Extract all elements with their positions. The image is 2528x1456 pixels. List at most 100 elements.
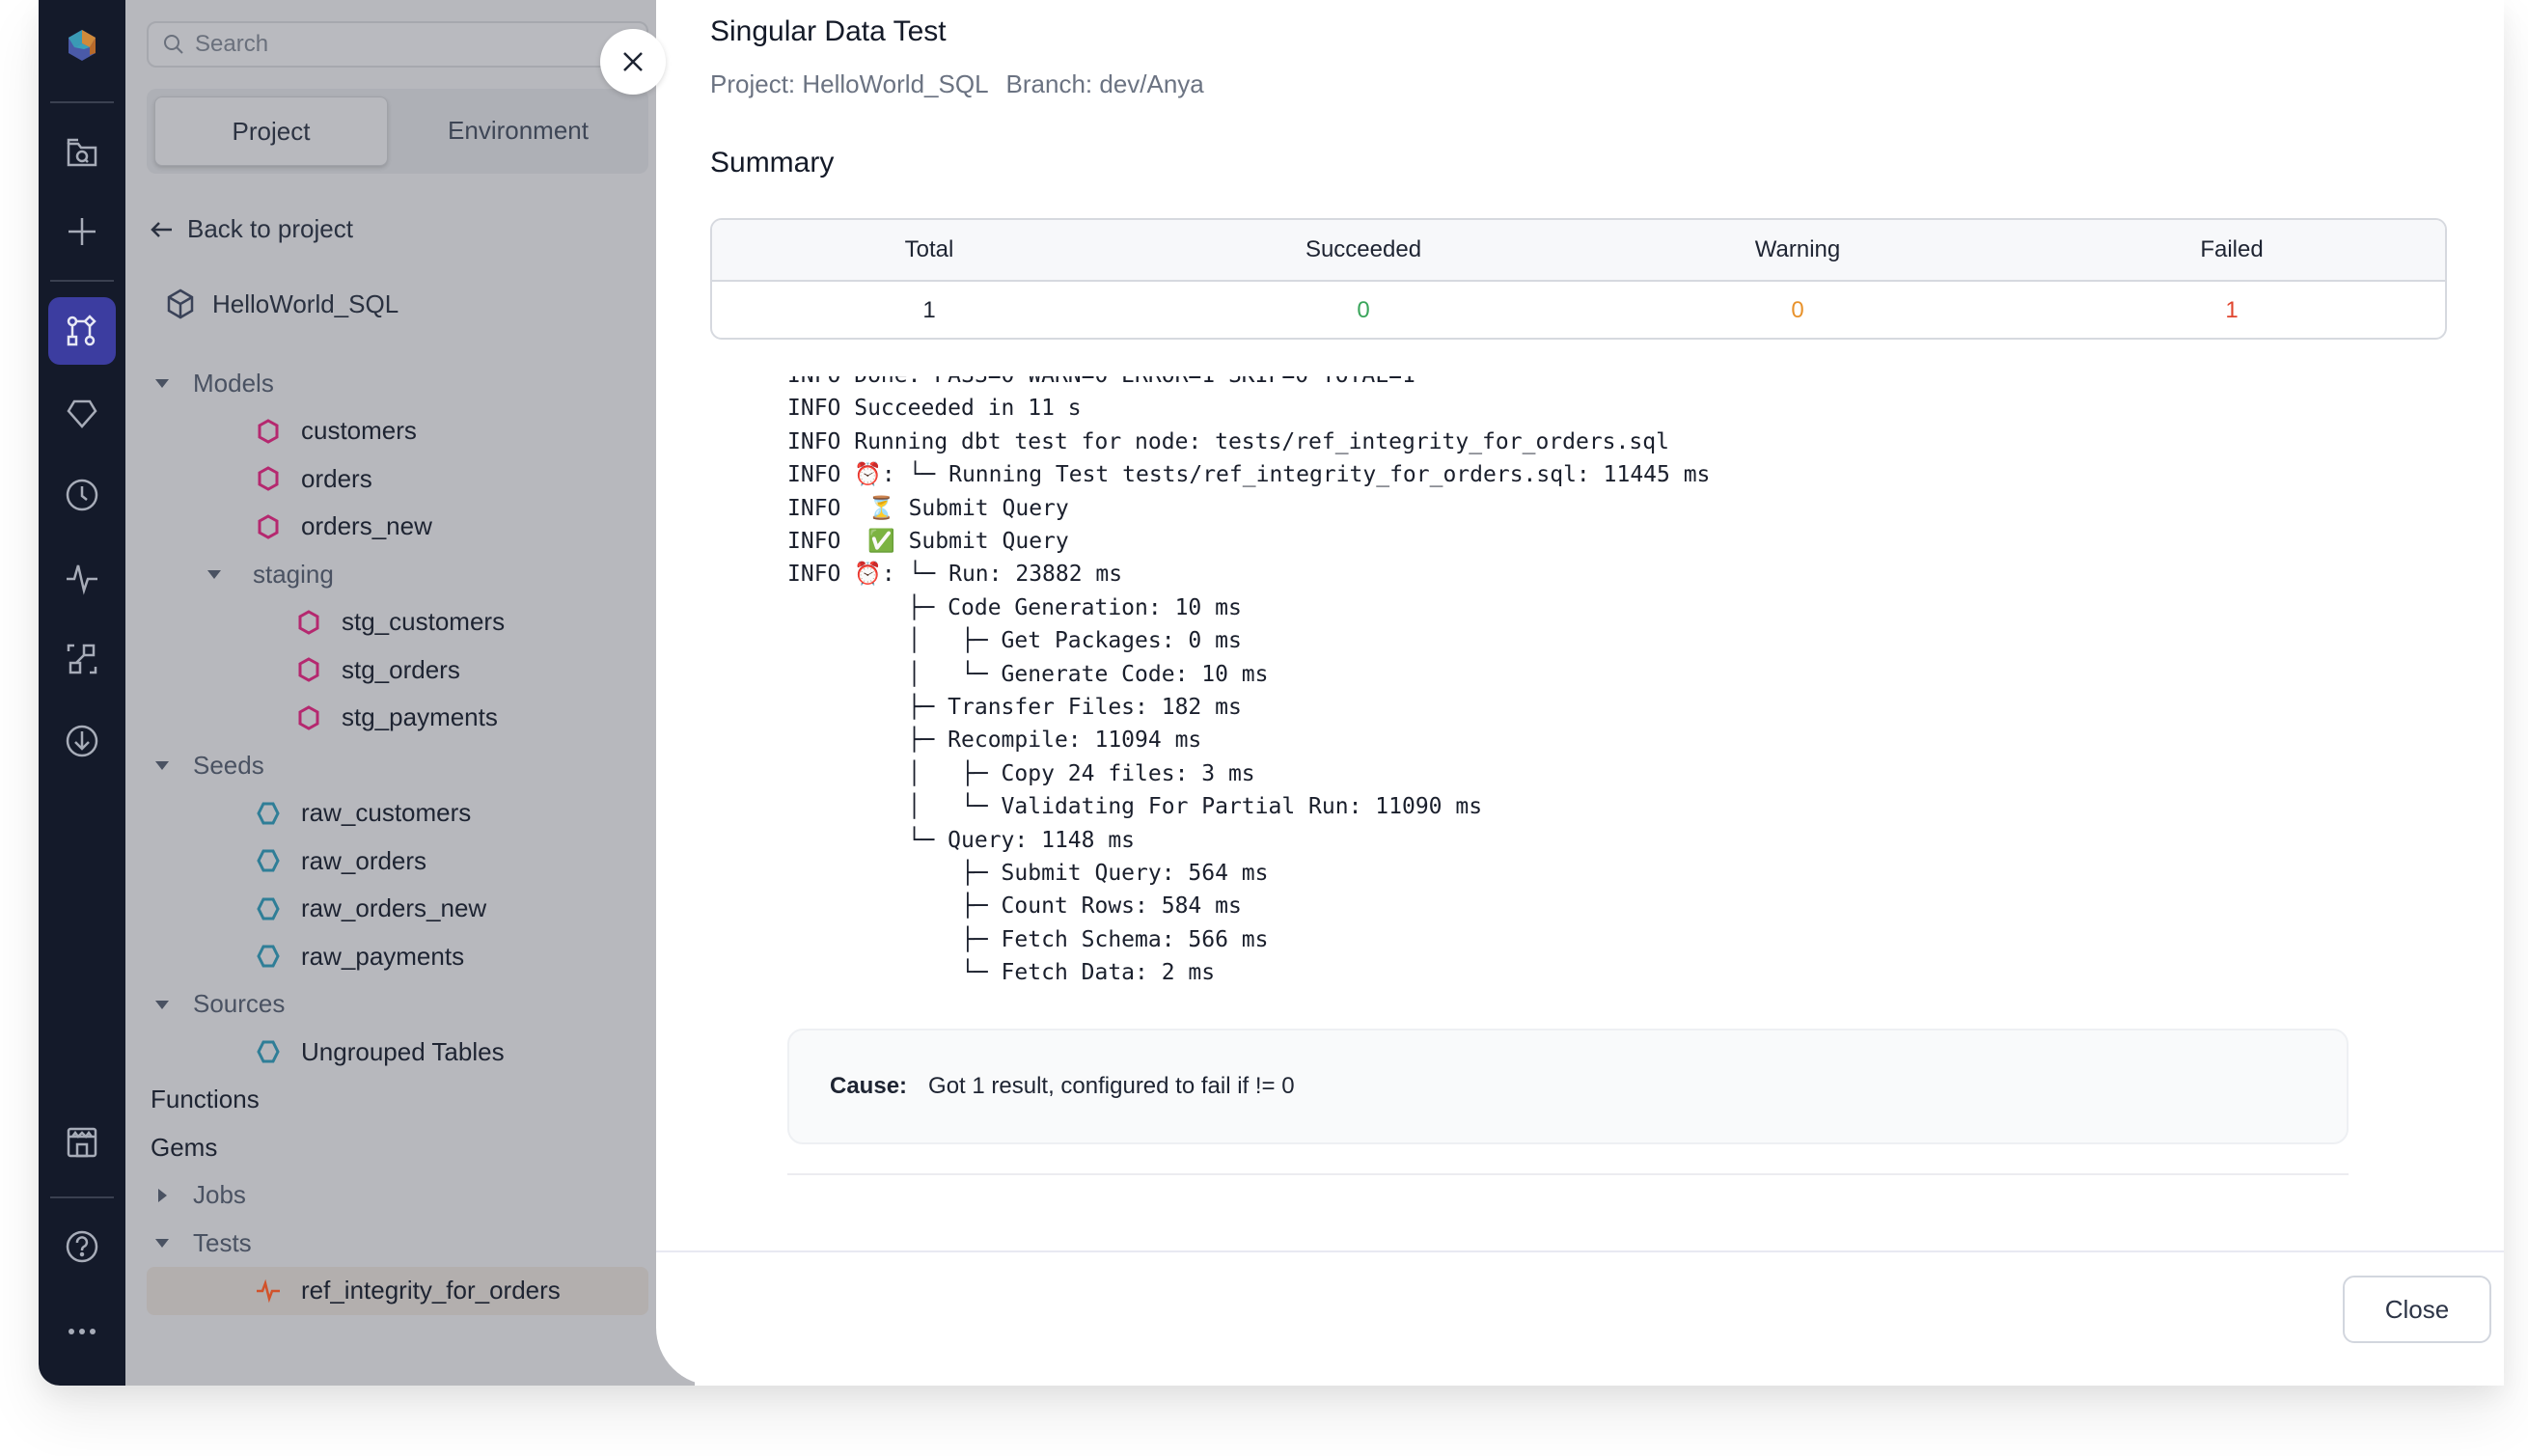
log-line: INFO ✅ Submit Query bbox=[787, 529, 1069, 554]
marketplace-icon[interactable] bbox=[39, 1109, 125, 1176]
search-placeholder: Search bbox=[195, 31, 269, 57]
tree-item[interactable]: raw_payments bbox=[125, 932, 675, 980]
tree-group[interactable]: staging bbox=[125, 550, 675, 598]
tab-project[interactable]: Project bbox=[154, 96, 388, 166]
more-icon[interactable] bbox=[39, 1298, 125, 1365]
search-icon bbox=[164, 35, 183, 54]
summary-value-warning: 0 bbox=[1791, 297, 1804, 323]
summary-value-failed: 1 bbox=[2225, 297, 2239, 323]
tree-item[interactable]: raw_orders bbox=[125, 837, 675, 885]
tree-item-label: ref_integrity_for_orders bbox=[301, 1276, 561, 1305]
tree-item[interactable]: Functions bbox=[125, 1076, 675, 1124]
tree-item-label: Ungrouped Tables bbox=[301, 1036, 505, 1066]
rail-divider bbox=[50, 101, 114, 103]
tree-item[interactable]: Gems bbox=[125, 1123, 675, 1171]
project-item[interactable]: HelloWorld_SQL bbox=[164, 288, 398, 320]
tree-group[interactable]: Jobs bbox=[125, 1171, 675, 1220]
tree-item[interactable]: stg_orders bbox=[125, 646, 675, 694]
tree-item-label: Models bbox=[193, 368, 274, 398]
tree-item-label: Gems bbox=[151, 1132, 218, 1162]
tree-item[interactable]: stg_customers bbox=[125, 598, 675, 646]
summary-header-row: Total Succeeded Warning Failed bbox=[712, 220, 2445, 282]
rail-divider bbox=[50, 1196, 114, 1198]
model-icon bbox=[255, 465, 282, 492]
download-icon[interactable] bbox=[39, 707, 125, 775]
project-name: HelloWorld_SQL bbox=[212, 288, 399, 318]
caret-down-icon[interactable] bbox=[205, 564, 224, 584]
tree-group[interactable]: Seeds bbox=[125, 741, 675, 789]
caret-down-icon[interactable] bbox=[152, 995, 172, 1014]
tree-item-label: raw_customers bbox=[301, 798, 472, 827]
close-icon bbox=[623, 52, 643, 71]
tree-item-label: stg_payments bbox=[342, 702, 498, 731]
plus-icon[interactable] bbox=[39, 198, 125, 265]
tree-item[interactable]: Ungrouped Tables bbox=[125, 1028, 675, 1076]
gem-icon[interactable] bbox=[39, 379, 125, 447]
tree-item-label: stg_customers bbox=[342, 607, 506, 636]
nav-rail bbox=[39, 0, 125, 1386]
log-output[interactable]: INFO Done. PASS=0 WARN=0 ERROR=1 SKIP=0 … bbox=[787, 376, 2428, 1013]
lineage-icon[interactable] bbox=[39, 625, 125, 693]
log-line: └─ Fetch Data: 2 ms bbox=[787, 960, 1216, 986]
summary-header-total: Total bbox=[904, 236, 954, 262]
seed-icon bbox=[255, 847, 282, 874]
tree-group[interactable]: Sources bbox=[125, 980, 675, 1029]
tree-item-label: orders bbox=[301, 463, 372, 493]
summary-header-succeeded: Succeeded bbox=[1305, 236, 1422, 262]
tree-item[interactable]: orders bbox=[125, 454, 675, 503]
tree-item-label: orders_new bbox=[301, 511, 432, 540]
search-input[interactable]: Search bbox=[147, 21, 648, 68]
log-line: │ ├─ Copy 24 files: 3 ms bbox=[787, 760, 1255, 786]
tree-item-label: Tests bbox=[193, 1227, 252, 1257]
caret-right-icon[interactable] bbox=[152, 1186, 172, 1205]
tree-item[interactable]: raw_customers bbox=[125, 789, 675, 838]
log-line: │ ├─ Get Packages: 0 ms bbox=[787, 628, 1242, 654]
log-line: ├─ Count Rows: 584 ms bbox=[787, 893, 1242, 920]
project-label: Project: HelloWorld_SQL bbox=[710, 69, 989, 98]
caret-down-icon[interactable] bbox=[152, 1233, 172, 1252]
log-line: └─ Query: 1148 ms bbox=[787, 827, 1136, 853]
pipeline-graph-icon[interactable] bbox=[39, 297, 125, 365]
tree-group[interactable]: Models bbox=[125, 359, 675, 407]
tree-item[interactable]: ref_integrity_for_orders bbox=[147, 1266, 648, 1315]
branch-label: Branch: dev/Anya bbox=[1005, 69, 1204, 98]
tree-item[interactable]: customers bbox=[125, 407, 675, 455]
cube-icon bbox=[167, 288, 194, 319]
seed-icon bbox=[255, 1038, 282, 1065]
caret-down-icon[interactable] bbox=[152, 373, 172, 393]
summary-heading: Summary bbox=[710, 147, 835, 179]
help-icon[interactable] bbox=[39, 1213, 125, 1280]
prophecy-logo-icon[interactable] bbox=[39, 12, 125, 79]
log-line: ├─ Fetch Schema: 566 ms bbox=[787, 926, 1269, 952]
sidebar-tabs: Project Environment bbox=[147, 89, 648, 174]
tab-environment[interactable]: Environment bbox=[396, 96, 641, 164]
tree-item[interactable]: stg_payments bbox=[125, 694, 675, 742]
log-line: INFO Running dbt test for node: tests/re… bbox=[787, 428, 1669, 454]
tree-item-label: Sources bbox=[193, 989, 286, 1018]
tree-item-label: raw_orders bbox=[301, 845, 427, 875]
log-line: INFO ⏰: └─ Run: 23882 ms bbox=[787, 562, 1123, 588]
tree-item-label: customers bbox=[301, 416, 417, 445]
tree-item[interactable]: orders_new bbox=[125, 503, 675, 551]
tree-item-label: staging bbox=[253, 559, 334, 589]
close-dialog-button[interactable] bbox=[600, 29, 666, 95]
project-sidebar: Search Project Environment Back to proje… bbox=[125, 0, 695, 1386]
tree-group[interactable]: Tests bbox=[125, 1219, 675, 1267]
activity-icon[interactable] bbox=[39, 543, 125, 611]
close-button[interactable]: Close bbox=[2343, 1276, 2491, 1343]
log-line: ├─ Code Generation: 10 ms bbox=[787, 594, 1242, 620]
back-to-project-link[interactable]: Back to project bbox=[147, 214, 353, 244]
test-result-dialog: Singular Data Test Project: HelloWorld_S… bbox=[656, 0, 2504, 1386]
log-line: INFO Succeeded in 11 s bbox=[787, 396, 1082, 422]
back-label: Back to project bbox=[187, 214, 353, 243]
caret-down-icon[interactable] bbox=[152, 755, 172, 775]
tree-item[interactable]: raw_orders_new bbox=[125, 885, 675, 933]
log-line: ├─ Submit Query: 564 ms bbox=[787, 861, 1269, 886]
log-line: │ └─ Generate Code: 10 ms bbox=[787, 661, 1269, 687]
folder-search-icon[interactable] bbox=[39, 118, 125, 185]
clock-icon[interactable] bbox=[39, 461, 125, 529]
tree-item-label: Jobs bbox=[193, 1180, 246, 1209]
seed-icon bbox=[255, 943, 282, 970]
footer-divider bbox=[656, 1250, 2504, 1252]
tree-item-label: Seeds bbox=[193, 750, 264, 780]
